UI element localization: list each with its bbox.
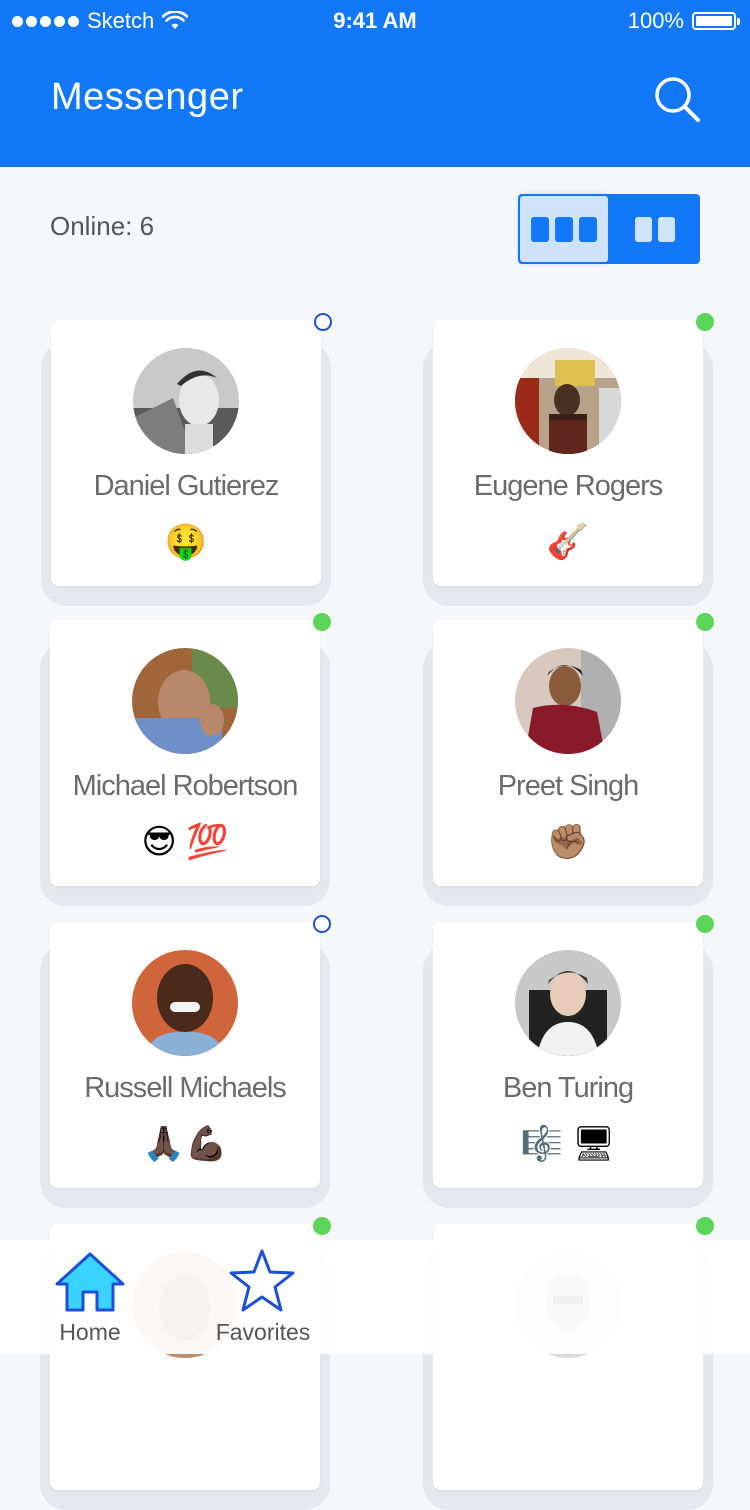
contact-card-wrap: Preet Singh ✊🏽 xyxy=(423,613,714,906)
star-icon xyxy=(229,1249,295,1312)
column-icon xyxy=(634,216,652,242)
online-indicator xyxy=(696,915,714,933)
tab-home-label: Home xyxy=(59,1319,121,1345)
home-icon xyxy=(55,1252,125,1312)
tab-favorites[interactable]: Favorites xyxy=(198,1240,328,1354)
online-indicator xyxy=(696,613,714,631)
contact-card[interactable]: Eugene Rogers 🎸 xyxy=(433,313,714,586)
online-indicator xyxy=(313,1217,331,1235)
contact-card[interactable]: Russell Michaels 🙏🏿💪🏿 xyxy=(50,915,331,1188)
column-icon xyxy=(531,216,549,242)
contact-name: Michael Robertson xyxy=(72,770,299,802)
contact-card[interactable]: Michael Robertson 😎 💯 xyxy=(50,613,331,886)
status-emoji: 🙏🏿💪🏿 xyxy=(142,1125,228,1163)
contact-name: Preet Singh xyxy=(497,770,640,802)
contact-card[interactable]: Preet Singh ✊🏽 xyxy=(433,613,714,886)
avatar xyxy=(132,950,238,1056)
contact-card-wrap: Daniel Gutierez 🤑 xyxy=(41,313,332,606)
contact-card-wrap: Michael Robertson 😎 💯 xyxy=(40,613,331,906)
tab-favorites-label: Favorites xyxy=(215,1319,311,1345)
battery-percent: 100% xyxy=(627,8,684,33)
avatar xyxy=(515,950,621,1056)
status-emoji: 😎 💯 xyxy=(141,823,229,861)
online-indicator xyxy=(313,613,331,631)
online-indicator xyxy=(696,313,714,331)
contact-name: Russell Michaels xyxy=(84,1072,287,1104)
contact-card-wrap: Eugene Rogers 🎸 xyxy=(423,313,714,606)
contact-name: Ben Turing xyxy=(502,1072,634,1104)
tab-bar: Home Favorites xyxy=(0,1240,750,1354)
offline-indicator xyxy=(313,915,331,933)
status-emoji: 🎸 xyxy=(546,523,590,561)
avatar xyxy=(132,648,238,754)
column-icon xyxy=(579,216,597,242)
avatar xyxy=(133,348,239,454)
offline-indicator xyxy=(314,313,332,331)
online-indicator xyxy=(696,1217,714,1235)
page-title: Messenger xyxy=(51,76,244,118)
contact-name: Daniel Gutierez xyxy=(93,470,280,502)
status-right: 100% xyxy=(627,8,740,34)
contact-card[interactable]: Daniel Gutierez 🤑 xyxy=(51,313,332,586)
contact-name: Eugene Rogers xyxy=(473,470,664,502)
tab-home[interactable]: Home xyxy=(25,1240,155,1354)
status-emoji: 🎼 🖥 xyxy=(520,1125,616,1163)
status-bar: Sketch 9:41 AM 100% xyxy=(0,0,750,40)
column-icon xyxy=(657,216,675,242)
contact-card-wrap: Russell Michaels 🙏🏿💪🏿 xyxy=(40,915,331,1208)
two-column-view-button[interactable] xyxy=(611,196,698,262)
three-column-view-button[interactable] xyxy=(520,196,608,262)
status-emoji: ✊🏽 xyxy=(546,823,590,861)
status-emoji: 🤑 xyxy=(164,523,208,561)
contact-card[interactable]: Ben Turing 🎼 🖥 xyxy=(433,915,714,1188)
search-icon[interactable] xyxy=(652,74,702,124)
column-icon xyxy=(555,216,573,242)
avatar xyxy=(515,348,621,454)
contact-card-wrap: Ben Turing 🎼 🖥 xyxy=(423,915,714,1208)
app-header: Sketch 9:41 AM 100% Messenger xyxy=(0,0,750,167)
battery-icon xyxy=(692,12,740,30)
view-toggle xyxy=(518,194,700,264)
avatar xyxy=(515,648,621,754)
online-count: Online: 6 xyxy=(50,211,155,241)
